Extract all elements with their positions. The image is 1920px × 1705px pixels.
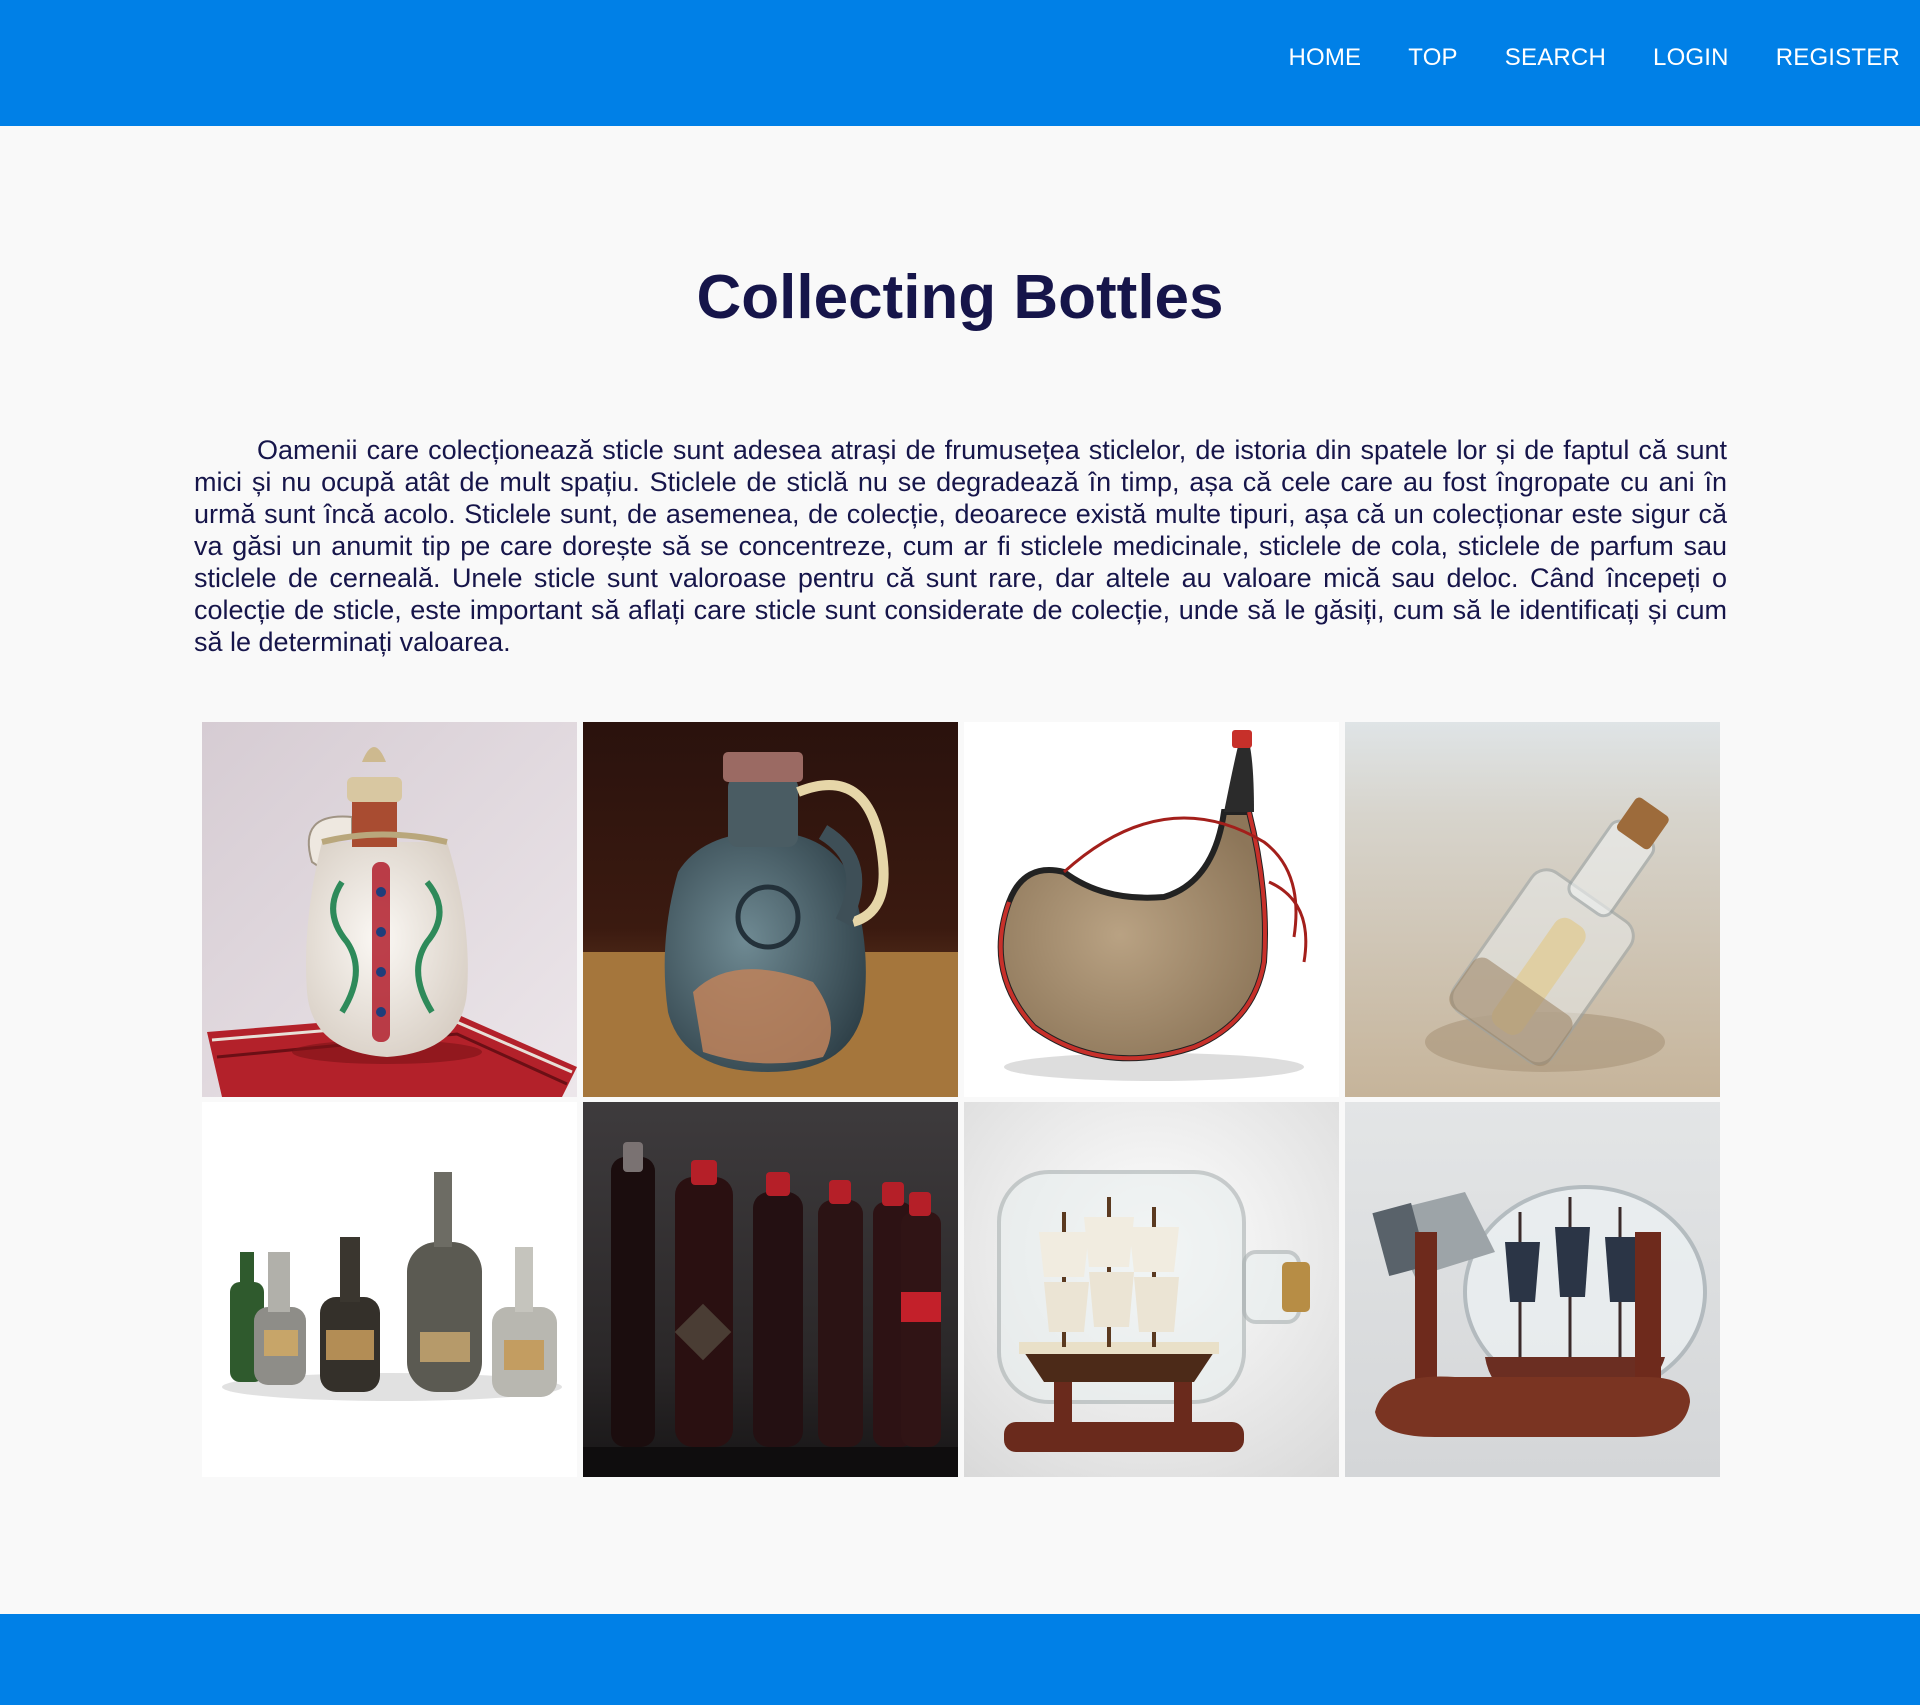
gallery-image-painted-ceramic-jug[interactable]: [202, 722, 577, 1097]
nav-item-search: SEARCH: [1505, 44, 1606, 72]
nav-link-home[interactable]: HOME: [1288, 44, 1361, 71]
gallery-image-ship-in-lightbulb[interactable]: [1345, 1102, 1720, 1477]
gallery-image-message-bottle[interactable]: [1345, 722, 1720, 1097]
painted-ceramic-jug-image: [202, 722, 577, 1097]
message-bottle-image: [1345, 722, 1720, 1097]
nav-link-register[interactable]: REGISTER: [1776, 44, 1900, 71]
nav-item-login: LOGIN: [1653, 44, 1729, 72]
main-nav: HOME TOP SEARCH LOGIN REGISTER: [1241, 0, 1900, 116]
bottle-gallery: [202, 722, 1720, 1477]
nav-item-register: REGISTER: [1776, 44, 1900, 72]
ship-in-lightbulb-image: [1345, 1102, 1720, 1477]
gallery-image-leather-flask[interactable]: [964, 722, 1339, 1097]
gallery-image-ship-in-bottle[interactable]: [964, 1102, 1339, 1477]
cola-bottles-image: [583, 1102, 958, 1477]
antique-bottles-image: [202, 1102, 577, 1477]
nav-item-home: HOME: [1288, 44, 1361, 72]
gallery-image-stoneware-jug[interactable]: [583, 722, 958, 1097]
gallery-image-antique-bottles[interactable]: [202, 1102, 577, 1477]
page-title: Collecting Bottles: [696, 263, 1224, 332]
page-footer: [0, 1614, 1920, 1705]
nav-link-top[interactable]: TOP: [1408, 44, 1458, 71]
leather-flask-image: [964, 722, 1339, 1097]
nav-link-search[interactable]: SEARCH: [1505, 44, 1606, 71]
nav-item-top: TOP: [1408, 44, 1458, 72]
intro-paragraph: Oamenii care colecționează sticle sunt a…: [194, 435, 1727, 657]
stoneware-jug-image: [583, 722, 958, 1097]
ship-in-bottle-image: [964, 1102, 1339, 1477]
gallery-image-cola-bottles[interactable]: [583, 1102, 958, 1477]
nav-link-login[interactable]: LOGIN: [1653, 44, 1729, 71]
top-navigation-bar: HOME TOP SEARCH LOGIN REGISTER: [0, 0, 1920, 126]
